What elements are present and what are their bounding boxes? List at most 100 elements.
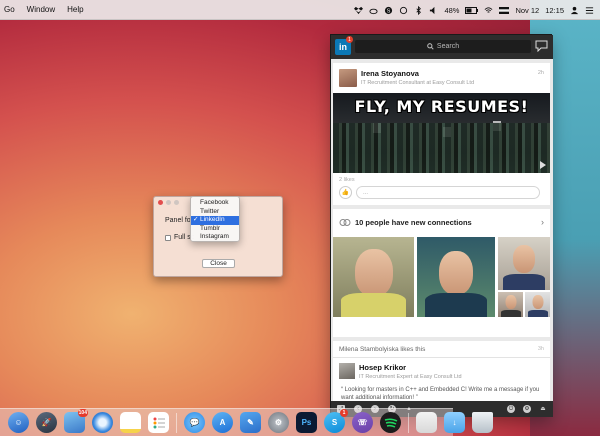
post-time: 3h: [537, 346, 544, 352]
user-icon[interactable]: [570, 6, 579, 15]
post-author[interactable]: Irena Stoyanova IT Recruitment Consultan…: [339, 69, 474, 87]
likes-count[interactable]: 2 likes: [339, 177, 355, 183]
power-icon[interactable]: ⏻: [507, 405, 515, 413]
safari-icon[interactable]: [92, 412, 113, 433]
battery-percent[interactable]: 48%: [444, 6, 459, 15]
skype-status-icon[interactable]: S: [384, 6, 393, 15]
comment-input[interactable]: ...: [356, 186, 540, 199]
dropdown-option-tumblr[interactable]: Tumblr: [191, 225, 239, 234]
photoshop-icon[interactable]: Ps: [296, 412, 317, 433]
notification-center-icon[interactable]: [585, 6, 594, 15]
messages-app-icon[interactable]: 💬: [184, 412, 205, 433]
checkmark-icon: ✓: [193, 216, 199, 223]
connection-photo[interactable]: [498, 237, 550, 290]
dropbox-icon[interactable]: [354, 6, 364, 15]
author-name[interactable]: Irena Stoyanova: [361, 69, 474, 78]
author-headline: IT Recruitment Consultant at Easy Consul…: [361, 80, 475, 86]
crowd-graphic: [333, 123, 550, 173]
linkedin-panel: in 1 Search Irena Stoyanova IT Recruitme…: [330, 34, 553, 417]
minimize-window-icon[interactable]: [166, 199, 171, 205]
face-graphic: [505, 295, 516, 309]
system-preferences-icon[interactable]: ⚙: [268, 412, 289, 433]
wifi-icon[interactable]: [484, 6, 493, 15]
notes-icon[interactable]: [120, 412, 141, 433]
shirt-graphic: [341, 293, 406, 317]
dropdown-option-instagram[interactable]: Instagram: [191, 233, 239, 242]
connection-photo[interactable]: [417, 237, 495, 317]
svg-text:S: S: [387, 8, 391, 14]
avatar[interactable]: [339, 69, 357, 87]
clock-date[interactable]: Nov 12: [515, 6, 539, 15]
author-headline: IT Recruitment Expert at Easy Consult Lt…: [359, 374, 462, 380]
panel-for-label: Panel for: [165, 217, 194, 224]
post-image[interactable]: FLY, MY RESUMES!: [333, 93, 550, 173]
face-graphic: [513, 245, 535, 273]
network-dropdown-menu: Facebook Twitter ✓ LinkedIn Tumblr Instag…: [190, 196, 240, 242]
notification-badge: 1: [346, 36, 353, 43]
shirt-graphic: [527, 309, 548, 317]
spotify-icon[interactable]: [380, 412, 401, 433]
avatar[interactable]: [339, 363, 355, 379]
downloads-folder-icon[interactable]: ↓: [444, 412, 465, 433]
search-icon: [427, 43, 434, 50]
viber-icon[interactable]: ☏: [352, 412, 373, 433]
face-graphic: [439, 251, 473, 295]
xcode-icon[interactable]: ✎: [240, 412, 261, 433]
connections-icon: [339, 219, 351, 226]
dropdown-option-twitter[interactable]: Twitter: [191, 208, 239, 217]
gear-icon[interactable]: ⚙: [523, 405, 531, 413]
menu-window[interactable]: Window: [27, 5, 55, 14]
finder-icon[interactable]: ☺: [8, 412, 29, 433]
zoom-window-icon[interactable]: [174, 199, 179, 205]
reminders-icon[interactable]: [148, 412, 169, 433]
menu-go[interactable]: Go: [4, 5, 15, 14]
photos-badge: 104: [77, 409, 88, 417]
volume-icon[interactable]: [429, 6, 438, 15]
liked-by-line[interactable]: Milena Stambolyiska likes this: [339, 346, 425, 353]
dropdown-option-facebook[interactable]: Facebook: [191, 199, 239, 208]
dropdown-option-linkedin[interactable]: ✓ LinkedIn: [191, 216, 239, 225]
fullscreen-checkbox[interactable]: [165, 234, 171, 241]
author-name[interactable]: Hosep Krikor: [359, 363, 462, 372]
app-store-icon[interactable]: A: [212, 412, 233, 433]
dock: ☺ 🚀 104 💬 A ✎ ⚙ Ps S 1 ☏ ↓: [0, 408, 493, 436]
skype-icon[interactable]: S 1: [324, 409, 348, 433]
connection-photo[interactable]: [498, 292, 523, 317]
battery-icon[interactable]: [465, 6, 479, 14]
photos-app-icon[interactable]: 104: [64, 409, 88, 433]
shirt-graphic: [500, 309, 521, 317]
divider: [333, 357, 550, 358]
connections-title: 10 people have new connections: [355, 218, 472, 227]
image-caption: FLY, MY RESUMES!: [354, 97, 529, 116]
chevron-right-icon[interactable]: ›: [541, 217, 544, 227]
feed-card-liked-post: Milena Stambolyiska likes this 3h Hosep …: [333, 341, 550, 401]
close-button[interactable]: Close: [202, 259, 235, 268]
post-text: “ Looking for masters in C++ and Embedde…: [341, 387, 540, 401]
eject-icon[interactable]: ⏏: [539, 405, 547, 413]
feed: Irena Stoyanova IT Recruitment Consultan…: [331, 59, 553, 401]
launchpad-icon[interactable]: 🚀: [36, 412, 57, 433]
like-icon[interactable]: 👍: [339, 186, 352, 199]
menu-help[interactable]: Help: [67, 5, 83, 14]
face-graphic: [532, 295, 543, 309]
clock-time[interactable]: 12:15: [545, 6, 564, 15]
search-input[interactable]: Search: [355, 40, 531, 53]
dock-separator: [176, 412, 177, 433]
sync-icon[interactable]: [399, 6, 408, 15]
face-graphic: [354, 249, 393, 297]
connection-photo[interactable]: [333, 237, 414, 317]
post-author[interactable]: Hosep Krikor IT Recruitment Expert at Ea…: [339, 363, 462, 380]
close-window-icon[interactable]: [158, 199, 163, 205]
connection-photo[interactable]: [525, 292, 550, 317]
trash-icon[interactable]: [472, 412, 493, 433]
connections-header[interactable]: 10 people have new connections: [339, 218, 472, 227]
keyboard-flag-icon[interactable]: [499, 6, 510, 14]
feed-card-connections: 10 people have new connections ›: [333, 209, 550, 337]
documents-folder-icon[interactable]: [416, 412, 437, 433]
play-icon[interactable]: [540, 161, 546, 169]
bluetooth-icon[interactable]: [414, 5, 423, 15]
status-area: S 48% Nov 12 12:15: [354, 0, 594, 20]
messages-icon[interactable]: [535, 40, 548, 52]
cloud-icon[interactable]: [369, 6, 378, 15]
linkedin-header: in 1 Search: [331, 35, 553, 59]
